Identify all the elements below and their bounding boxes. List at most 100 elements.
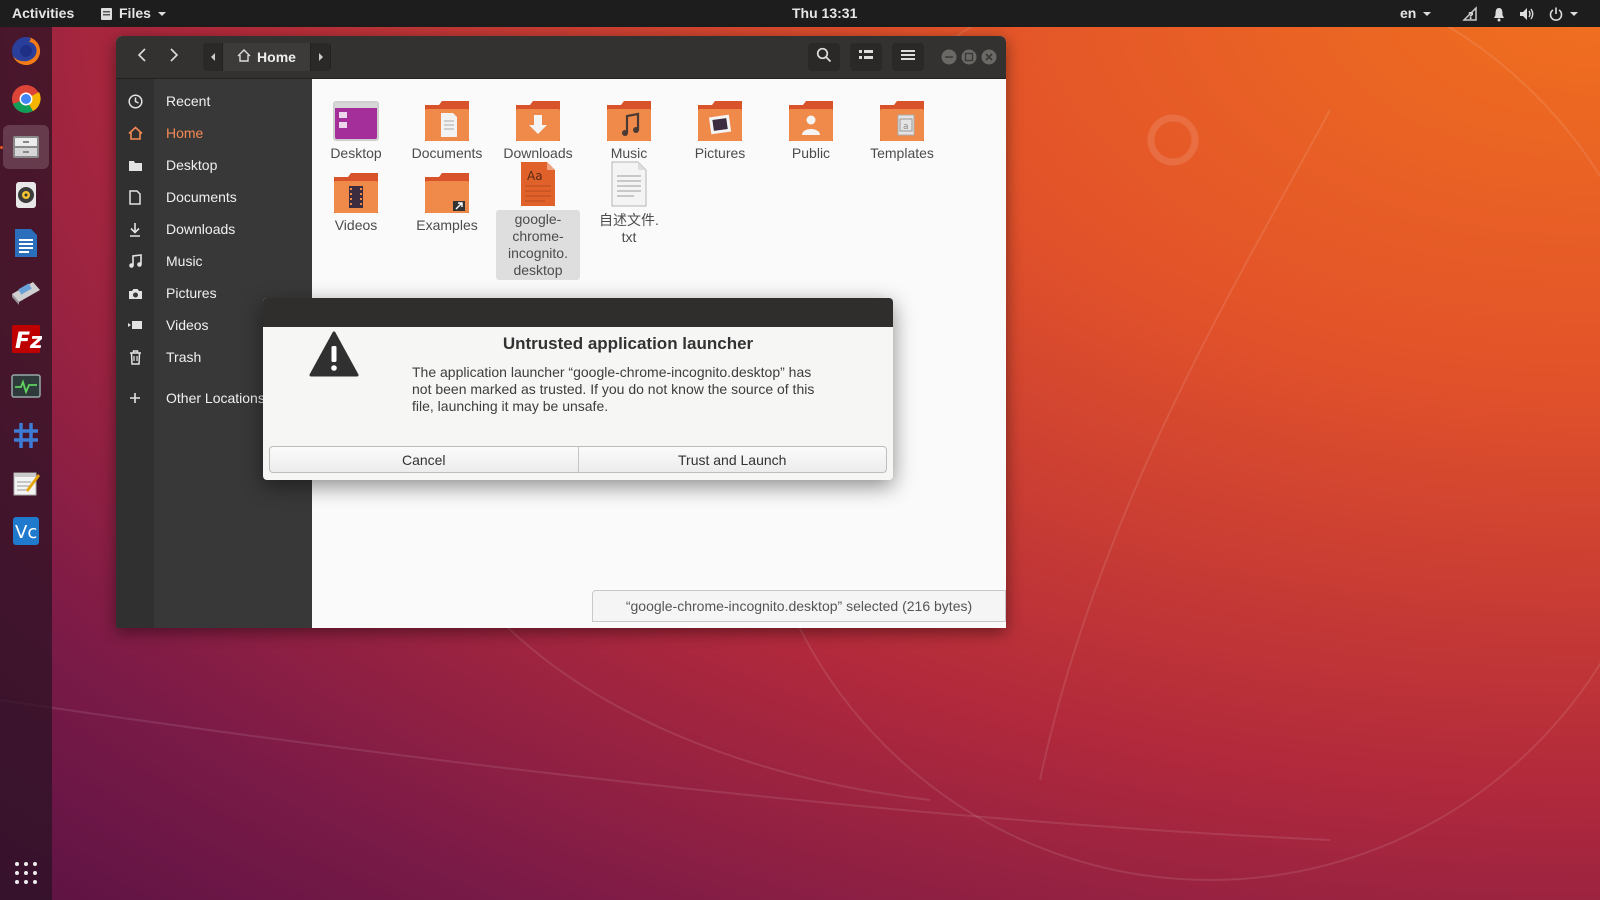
file-item[interactable]: Downloads <box>496 91 580 162</box>
firefox-icon[interactable] <box>3 29 49 73</box>
search-button[interactable] <box>808 43 840 71</box>
back-button[interactable] <box>126 43 158 71</box>
sidebar-item-recent[interactable]: Recent <box>116 85 312 117</box>
power-menu[interactable] <box>1548 0 1579 27</box>
file-item[interactable]: Public <box>769 91 853 162</box>
minimize-button[interactable] <box>941 49 957 70</box>
file-item[interactable]: Videos <box>314 163 398 234</box>
sidebar-item-label: Downloads <box>166 221 236 237</box>
folder-icon <box>116 159 154 172</box>
files-icon[interactable] <box>3 125 49 169</box>
maximize-icon <box>961 49 977 69</box>
sidebar-item-label: Videos <box>166 317 209 333</box>
file-name: Documents <box>411 145 483 161</box>
path-bar: Home <box>203 43 331 71</box>
dialog-message: The application launcher “google-chrome-… <box>412 364 852 415</box>
triangle-right-icon <box>318 49 324 65</box>
sidebar-item-desktop[interactable]: Desktop <box>116 149 312 181</box>
app-grid-icon[interactable] <box>3 851 49 895</box>
documents-folder-icon <box>405 91 489 143</box>
vscode-icon[interactable]: Vc <box>3 509 49 553</box>
sidebar-item-downloads[interactable]: Downloads <box>116 213 312 245</box>
keyboard-layout-menu[interactable]: en <box>1400 0 1432 27</box>
file-item[interactable]: Desktop <box>314 91 398 162</box>
top-bar: Activities Files Thu 13:31 en ? <box>0 0 1600 27</box>
volume-icon[interactable] <box>1518 0 1536 27</box>
sidebar-item-label: Pictures <box>166 285 217 301</box>
impress-icon[interactable] <box>3 269 49 313</box>
file-item-selected[interactable]: Aa google- chrome- incognito. desktop <box>496 158 580 280</box>
file-item[interactable]: 自述文件. txt <box>587 158 671 246</box>
input-method-icon[interactable] <box>3 413 49 457</box>
triangle-left-icon <box>210 49 216 65</box>
sidebar-item-label: Music <box>166 253 203 269</box>
sidebar-item-documents[interactable]: Documents <box>116 181 312 213</box>
rhythmbox-icon[interactable] <box>3 173 49 217</box>
app-menu[interactable]: Files <box>100 0 167 27</box>
sidebar-item-label: Trash <box>166 349 202 365</box>
file-name: 自述文件. txt <box>587 212 671 246</box>
keyboard-layout-label: en <box>1400 5 1417 21</box>
file-item[interactable]: a Templates <box>860 91 944 162</box>
list-view-icon <box>859 48 873 66</box>
svg-text:Aa: Aa <box>527 169 543 183</box>
files-app-icon <box>100 0 113 27</box>
dialog-titlebar[interactable] <box>263 298 893 327</box>
notification-bell-icon[interactable] <box>1492 0 1506 27</box>
home-icon <box>237 49 251 65</box>
pictures-folder-icon <box>678 91 762 143</box>
sidebar-item-label: Recent <box>166 93 211 109</box>
activities-button[interactable]: Activities <box>12 0 74 27</box>
text-editor-icon[interactable] <box>3 461 49 505</box>
file-item[interactable]: Music <box>587 91 671 162</box>
file-name-line: incognito. <box>508 245 568 261</box>
desktop-folder-icon <box>314 91 398 143</box>
clock-icon <box>116 93 154 109</box>
trust-and-launch-button[interactable]: Trust and Launch <box>577 447 887 472</box>
path-segment-home[interactable]: Home <box>223 43 311 71</box>
sidebar-item-label: Other Locations <box>166 390 265 406</box>
sidebar-item-music[interactable]: Music <box>116 245 312 277</box>
chrome-icon[interactable] <box>3 77 49 121</box>
sidebar-item-label: Documents <box>166 189 237 205</box>
chevron-right-icon <box>169 47 179 67</box>
font-file-icon: Aa <box>496 158 580 208</box>
writer-icon[interactable] <box>3 221 49 265</box>
file-item[interactable]: Pictures <box>678 91 762 162</box>
file-name: Examples <box>416 217 478 233</box>
system-monitor-icon[interactable] <box>3 365 49 409</box>
document-icon <box>116 189 154 205</box>
file-name-line: 自述文件. <box>599 212 659 228</box>
app-menu-label: Files <box>119 5 151 21</box>
forward-button[interactable] <box>158 43 190 71</box>
minimize-icon <box>941 49 957 69</box>
file-name: Templates <box>870 145 934 161</box>
path-scroll-left-button[interactable] <box>203 43 223 71</box>
running-indicator <box>0 146 3 149</box>
close-button[interactable] <box>981 49 997 70</box>
path-segment-label: Home <box>257 49 296 65</box>
templates-folder-icon: a <box>860 91 944 143</box>
maximize-button[interactable] <box>961 49 977 70</box>
path-scroll-right-button[interactable] <box>311 43 331 71</box>
filezilla-icon[interactable]: Fz <box>3 317 49 361</box>
camera-icon <box>116 287 154 300</box>
sidebar-item-label: Desktop <box>166 157 218 173</box>
public-folder-icon <box>769 91 853 143</box>
file-name: Public <box>791 145 831 161</box>
view-mode-button[interactable] <box>850 43 882 71</box>
file-item[interactable]: Documents <box>405 91 489 162</box>
file-item[interactable]: Examples <box>405 163 489 234</box>
file-name-line: chrome- <box>512 228 564 244</box>
music-folder-icon <box>587 91 671 143</box>
menu-button[interactable] <box>892 43 924 71</box>
chevron-down-icon <box>1569 0 1579 27</box>
svg-text:?: ? <box>1468 11 1474 22</box>
cancel-button[interactable]: Cancel <box>270 447 578 472</box>
clock[interactable]: Thu 13:31 <box>792 0 857 27</box>
file-name-line: txt <box>621 229 637 245</box>
dialog-message-line: The application launcher “google-chrome-… <box>412 364 812 380</box>
sidebar-item-home[interactable]: Home <box>116 117 312 149</box>
network-unknown-icon[interactable]: ? <box>1462 0 1480 27</box>
file-name-line: desktop <box>513 262 563 278</box>
